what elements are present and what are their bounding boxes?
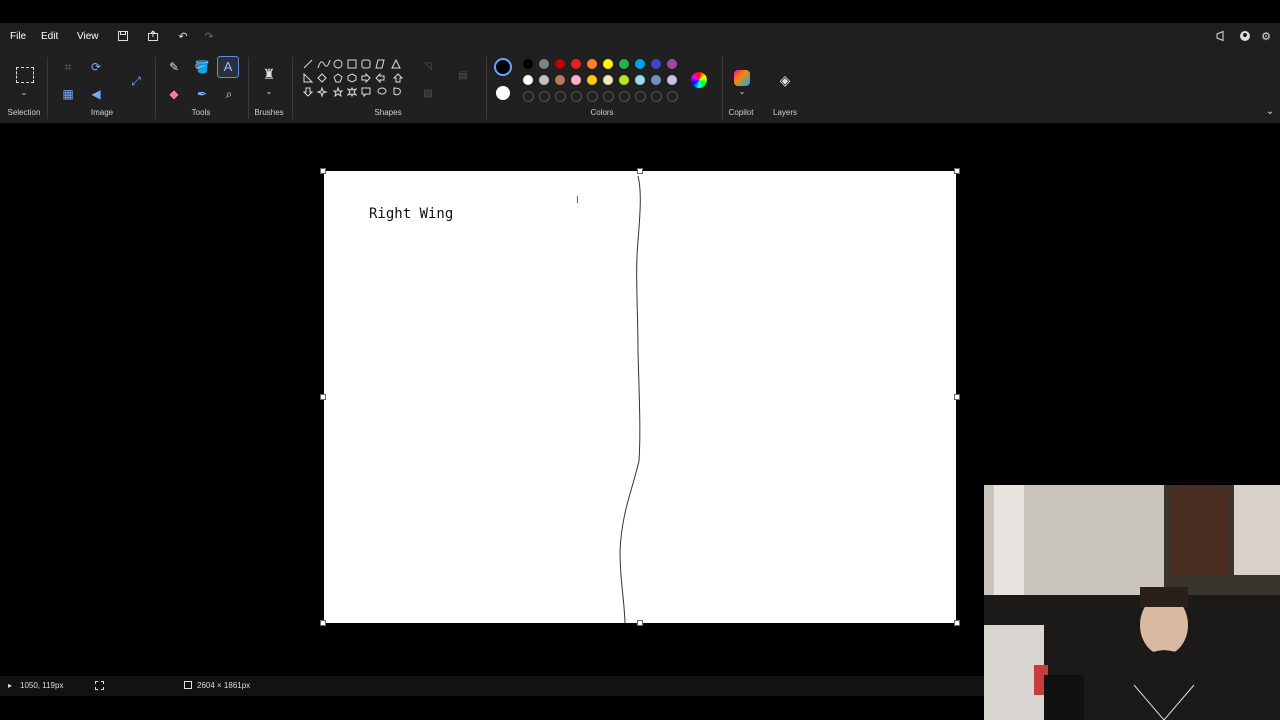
selection-size-icon	[95, 681, 104, 690]
group-label-image: Image	[90, 108, 114, 117]
color-swatch[interactable]	[571, 75, 581, 85]
color-swatch[interactable]	[651, 75, 661, 85]
resize-handle[interactable]	[954, 168, 960, 174]
group-label-shapes: Shapes	[374, 108, 402, 117]
group-label-layers: Layers	[772, 108, 798, 117]
color-swatch[interactable]	[619, 75, 629, 85]
resize-handle[interactable]	[320, 168, 326, 174]
crop-icon: ⌗	[64, 60, 72, 74]
menu-file[interactable]: File	[10, 31, 26, 42]
canvas-size: 2604 × 1861px	[197, 681, 251, 690]
webcam-overlay	[984, 485, 1280, 720]
resize-handle[interactable]	[320, 620, 326, 626]
group-label-selection: Selection	[7, 108, 41, 117]
share-icon[interactable]	[146, 30, 160, 44]
resize-handle[interactable]	[954, 620, 960, 626]
save-icon[interactable]	[116, 30, 130, 44]
resize-handle[interactable]	[320, 394, 326, 400]
primary-color[interactable]	[494, 58, 512, 76]
custom-color-slot[interactable]	[603, 91, 614, 102]
color-swatch[interactable]	[651, 59, 661, 69]
rectangle-select-icon[interactable]	[16, 67, 34, 83]
divider	[722, 57, 723, 119]
account-icon[interactable]	[1238, 30, 1252, 44]
color-swatch[interactable]	[539, 59, 549, 69]
color-swatch[interactable]	[587, 75, 597, 85]
pencil-icon[interactable]: ✎	[166, 59, 182, 75]
resize-handle[interactable]	[637, 168, 643, 174]
menu-edit[interactable]: Edit	[41, 31, 58, 42]
rotate-icon[interactable]: ⟳	[88, 59, 104, 75]
custom-color-slot[interactable]	[619, 91, 630, 102]
flip-icon[interactable]: ◀	[88, 86, 104, 102]
cursor-position: 1050, 119px	[20, 681, 64, 690]
color-swatch[interactable]	[571, 59, 581, 69]
color-swatch[interactable]	[635, 75, 645, 85]
chevron-down-icon[interactable]: ⌄	[261, 84, 277, 100]
custom-color-slot[interactable]	[539, 91, 550, 102]
color-swatch[interactable]	[523, 59, 533, 69]
divider	[248, 57, 249, 119]
resize-handle[interactable]	[637, 620, 643, 626]
secondary-color[interactable]	[496, 86, 510, 100]
custom-color-slot[interactable]	[571, 91, 582, 102]
fill-icon[interactable]: 🪣	[194, 59, 210, 75]
color-picker-icon[interactable]: ✒	[194, 86, 210, 102]
chevron-down-icon[interactable]: ⌄	[734, 84, 750, 100]
color-swatch[interactable]	[555, 59, 565, 69]
group-label-copilot: Copilot	[728, 108, 754, 117]
text-tool-icon[interactable]: A	[217, 56, 239, 78]
color-swatch[interactable]	[635, 59, 645, 69]
group-label-tools: Tools	[191, 108, 211, 117]
pointer-icon: ▸	[8, 681, 13, 690]
color-swatch[interactable]	[667, 59, 677, 69]
undo-icon[interactable]: ↶	[176, 30, 190, 44]
color-swatch[interactable]	[523, 75, 533, 85]
color-swatch[interactable]	[603, 59, 613, 69]
edit-colors-icon[interactable]	[691, 72, 707, 88]
layers-icon[interactable]: ◈	[777, 72, 793, 88]
color-swatch[interactable]	[619, 59, 629, 69]
menu-view[interactable]: View	[77, 31, 99, 42]
color-swatch[interactable]	[667, 75, 677, 85]
resize-icon[interactable]: ⤢	[128, 73, 144, 89]
background-removal-icon[interactable]: ▦	[60, 86, 76, 102]
custom-color-slot[interactable]	[555, 91, 566, 102]
redo-icon: ↷	[204, 31, 214, 43]
freehand-stroke	[619, 175, 641, 623]
canvas-size-icon	[184, 681, 192, 689]
fill-style-icon: ▧	[423, 88, 433, 99]
custom-color-slot[interactable]	[651, 91, 662, 102]
collapse-ribbon-icon[interactable]: ⌄	[1262, 104, 1278, 120]
text-cursor-icon: I	[576, 195, 579, 206]
divider	[47, 57, 48, 119]
eraser-icon[interactable]: ◆	[166, 86, 182, 102]
layer-shape-icon: ▤	[458, 70, 468, 81]
custom-color-slot[interactable]	[635, 91, 646, 102]
magnifier-icon[interactable]: ⌕	[221, 86, 237, 102]
title-bar	[0, 23, 1280, 51]
chevron-down-icon[interactable]: ⌄	[16, 85, 32, 101]
divider	[155, 57, 156, 119]
color-swatch[interactable]	[587, 59, 597, 69]
group-label-colors: Colors	[590, 108, 614, 117]
brush-icon[interactable]: ♜	[261, 66, 277, 82]
color-swatch[interactable]	[603, 75, 613, 85]
custom-color-slot[interactable]	[523, 91, 534, 102]
shapes-gallery[interactable]	[302, 58, 406, 106]
color-swatch[interactable]	[555, 75, 565, 85]
divider	[486, 57, 487, 119]
settings-icon[interactable]: ⚙	[1259, 30, 1273, 44]
color-swatch[interactable]	[539, 75, 549, 85]
outline-icon: ◹	[424, 61, 432, 72]
custom-color-slot[interactable]	[587, 91, 598, 102]
canvas[interactable]: Right Wing I	[324, 171, 956, 623]
notifications-icon[interactable]	[1214, 30, 1228, 44]
resize-handle[interactable]	[954, 394, 960, 400]
group-label-brushes: Brushes	[254, 108, 284, 117]
divider	[292, 57, 293, 119]
custom-color-slot[interactable]	[667, 91, 678, 102]
